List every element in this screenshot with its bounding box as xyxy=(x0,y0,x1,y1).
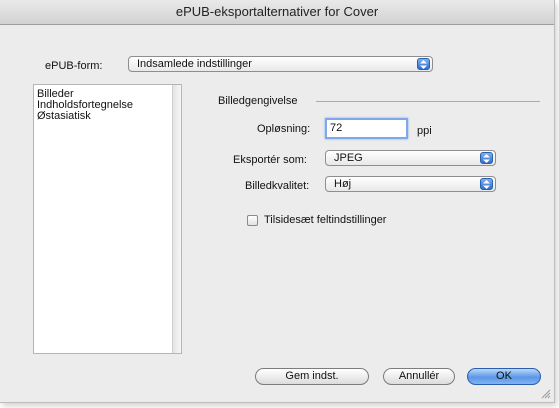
export-as-label: Eksportér som: xyxy=(233,154,307,166)
quality-select[interactable]: Høj xyxy=(325,176,496,192)
override-checkbox[interactable] xyxy=(247,215,258,226)
resolution-unit: ppi xyxy=(417,125,432,137)
quality-value: Høj xyxy=(334,178,352,190)
up-down-arrows-icon xyxy=(480,152,493,164)
export-dialog: ePUB-eksportalternativer for Cover ePUB-… xyxy=(0,0,555,403)
up-down-arrows-icon xyxy=(417,58,430,70)
override-label[interactable]: Tilsidesæt feltindstillinger xyxy=(264,214,386,226)
up-down-arrows-icon xyxy=(480,178,493,190)
ok-button[interactable]: OK xyxy=(467,368,541,385)
group-title: Billedgengivelse xyxy=(218,95,298,107)
export-as-value: JPEG xyxy=(334,152,363,164)
list-item-ostasiatisk[interactable]: Østasiatisk xyxy=(34,111,181,122)
category-list: Billeder Indholdsfortegnelse Østasiatisk xyxy=(33,84,182,354)
preset-label: ePUB-form: xyxy=(45,60,103,72)
preset-select[interactable]: Indsamlede indstillinger xyxy=(128,56,433,72)
quality-label: Billedkvalitet: xyxy=(245,180,310,192)
window-title: ePUB-eksportalternativer for Cover xyxy=(0,0,554,25)
preset-select-value: Indsamlede indstillinger xyxy=(137,58,252,70)
list-scrollbar[interactable] xyxy=(172,85,181,353)
resolution-field[interactable]: 72 xyxy=(325,118,408,139)
export-as-select[interactable]: JPEG xyxy=(325,150,496,166)
group-divider xyxy=(316,101,540,102)
cancel-button[interactable]: Annullér xyxy=(383,368,455,385)
resize-grip-icon[interactable] xyxy=(540,388,551,399)
resolution-value: 72 xyxy=(330,122,343,134)
resolution-label: Opløsning: xyxy=(257,123,311,135)
save-settings-button[interactable]: Gem indst. xyxy=(255,368,369,385)
